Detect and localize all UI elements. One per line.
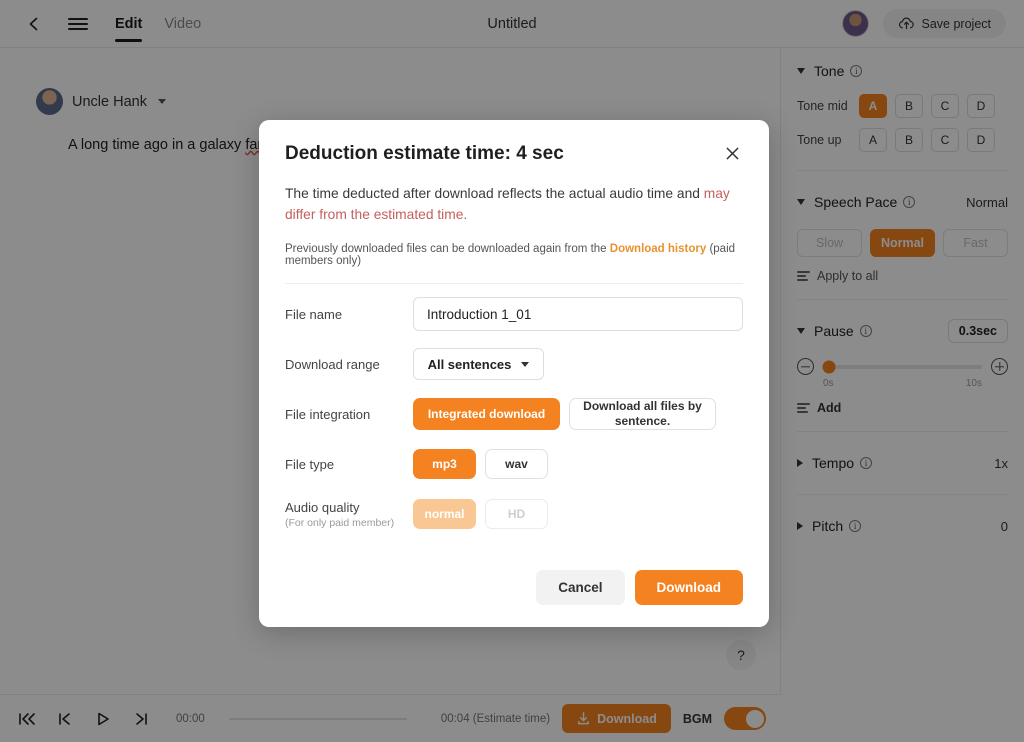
dialog-note-prefix: Previously downloaded files can be downl… <box>285 243 610 255</box>
audio-quality-label: Audio quality (For only paid member) <box>285 500 413 529</box>
download-history-link[interactable]: Download history <box>610 243 706 255</box>
dialog-title: Deduction estimate time: 4 sec <box>285 142 564 167</box>
file-integration-options: Integrated download Download all files b… <box>413 398 716 430</box>
close-icon <box>725 146 740 161</box>
file-type-options: mp3 wav <box>413 449 548 479</box>
audio-quality-normal[interactable]: normal <box>413 499 476 529</box>
dialog-note: Previously downloaded files can be downl… <box>285 243 743 267</box>
field-row-file-type: File type mp3 wav <box>285 442 743 486</box>
dialog-header: Deduction estimate time: 4 sec <box>285 142 743 167</box>
dialog-description: The time deducted after download reflect… <box>285 183 743 226</box>
audio-quality-hd[interactable]: HD <box>485 499 548 529</box>
field-row-file-name: File name <box>285 292 743 336</box>
download-range-label: Download range <box>285 357 413 372</box>
file-integration-label: File integration <box>285 407 413 422</box>
file-name-label: File name <box>285 307 413 322</box>
file-type-label: File type <box>285 457 413 472</box>
dialog-divider <box>285 283 743 284</box>
dialog-description-main: The time deducted after download reflect… <box>285 186 704 201</box>
field-row-download-range: Download range All sentences <box>285 342 743 386</box>
file-type-mp3[interactable]: mp3 <box>413 449 476 479</box>
audio-quality-sublabel: (For only paid member) <box>285 517 413 529</box>
field-row-audio-quality: Audio quality (For only paid member) nor… <box>285 492 743 536</box>
audio-quality-options: normal HD <box>413 499 548 529</box>
file-type-wav[interactable]: wav <box>485 449 548 479</box>
chevron-down-icon <box>521 362 529 367</box>
close-button[interactable] <box>721 142 743 164</box>
download-range-value: All sentences <box>428 357 512 372</box>
audio-quality-label-text: Audio quality <box>285 500 359 515</box>
file-integration-integrated[interactable]: Integrated download <box>413 398 560 430</box>
file-integration-by-sentence[interactable]: Download all files by sentence. <box>569 398 716 430</box>
dialog-download-button[interactable]: Download <box>635 570 744 605</box>
file-name-input[interactable] <box>413 297 743 331</box>
field-row-file-integration: File integration Integrated download Dow… <box>285 392 743 436</box>
cancel-button[interactable]: Cancel <box>536 570 624 605</box>
download-dialog: Deduction estimate time: 4 sec The time … <box>259 120 769 627</box>
dialog-actions: Cancel Download <box>285 570 743 605</box>
download-range-select[interactable]: All sentences <box>413 348 544 380</box>
